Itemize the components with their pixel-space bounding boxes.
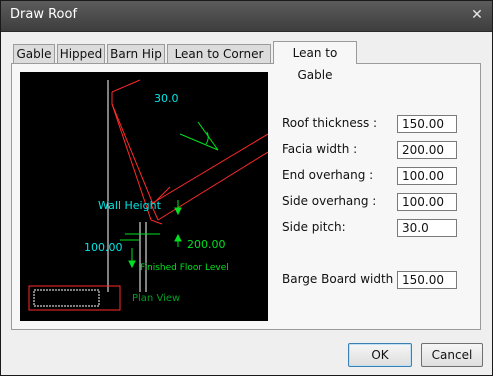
- end-overhang-label: End overhang :: [282, 168, 374, 182]
- close-icon[interactable]: ✕: [466, 5, 488, 26]
- overhang-left-label: 100.00: [84, 241, 123, 254]
- ok-button[interactable]: OK: [348, 343, 412, 367]
- arrow-down-icon: [128, 260, 136, 269]
- window-title: Draw Roof: [10, 7, 78, 22]
- tab-lean-to-gable[interactable]: Lean to Gable: [273, 41, 357, 82]
- side-pitch-input[interactable]: 30.0: [397, 219, 457, 237]
- tab-hipped[interactable]: Hipped: [57, 44, 105, 63]
- end-overhang-input[interactable]: 100.00: [397, 167, 457, 185]
- plan-inner-rect: [33, 289, 100, 307]
- side-overhang-label: Side overhang :: [282, 194, 377, 208]
- eave-bottom-line: [157, 151, 269, 221]
- roof-thickness-input[interactable]: 150.00: [397, 115, 457, 133]
- overhang-right-label: 200.00: [187, 238, 226, 251]
- cancel-button[interactable]: Cancel: [421, 343, 483, 367]
- angle-label: 30.0: [154, 92, 179, 105]
- dialog-client-area: Gable Hipped Barn Hip Lean to Corner Hip…: [1, 32, 492, 375]
- eave-top-line: [150, 133, 269, 205]
- roof-diagram-svg: 30.0 Wall Height 100.00 200.00 Finished …: [28, 79, 269, 311]
- roof-diagram-preview: 30.0 Wall Height 100.00 200.00 Finished …: [20, 72, 269, 321]
- facia-width-input[interactable]: 200.00: [397, 141, 457, 159]
- roof-top-edge: [111, 79, 141, 93]
- roof-thickness-label: Roof thickness :: [282, 116, 378, 130]
- side-pitch-label: Side pitch:: [282, 220, 346, 234]
- tab-lean-to-corner-hip[interactable]: Lean to Corner Hip: [167, 44, 271, 79]
- floor-level-label: Finished Floor Level: [140, 263, 229, 273]
- wall-section: [107, 80, 147, 292]
- facia-width-label: Facia width :: [282, 142, 358, 156]
- plan-view-label: Plan View: [132, 293, 180, 304]
- barge-board-width-label: Barge Board width :: [282, 272, 402, 286]
- pitch-angle-marker: [179, 121, 219, 151]
- wall-height-label: Wall Height: [98, 199, 162, 212]
- tab-gable[interactable]: Gable: [13, 44, 55, 63]
- barge-board-width-input[interactable]: 150.00: [397, 271, 457, 289]
- draw-roof-dialog: Draw Roof ✕ Gable Hipped Barn Hip Lean t…: [0, 0, 493, 376]
- title-bar[interactable]: Draw Roof ✕: [1, 1, 492, 32]
- plan-view-box: [28, 285, 121, 311]
- tab-barn-hip[interactable]: Barn Hip: [107, 44, 165, 63]
- side-overhang-input[interactable]: 100.00: [397, 193, 457, 211]
- roof-inner-line: [111, 92, 171, 205]
- arrow-down-icon: [174, 207, 182, 216]
- tab-panel: 30.0 Wall Height 100.00 200.00 Finished …: [11, 63, 481, 330]
- arrow-up-icon: [174, 233, 182, 242]
